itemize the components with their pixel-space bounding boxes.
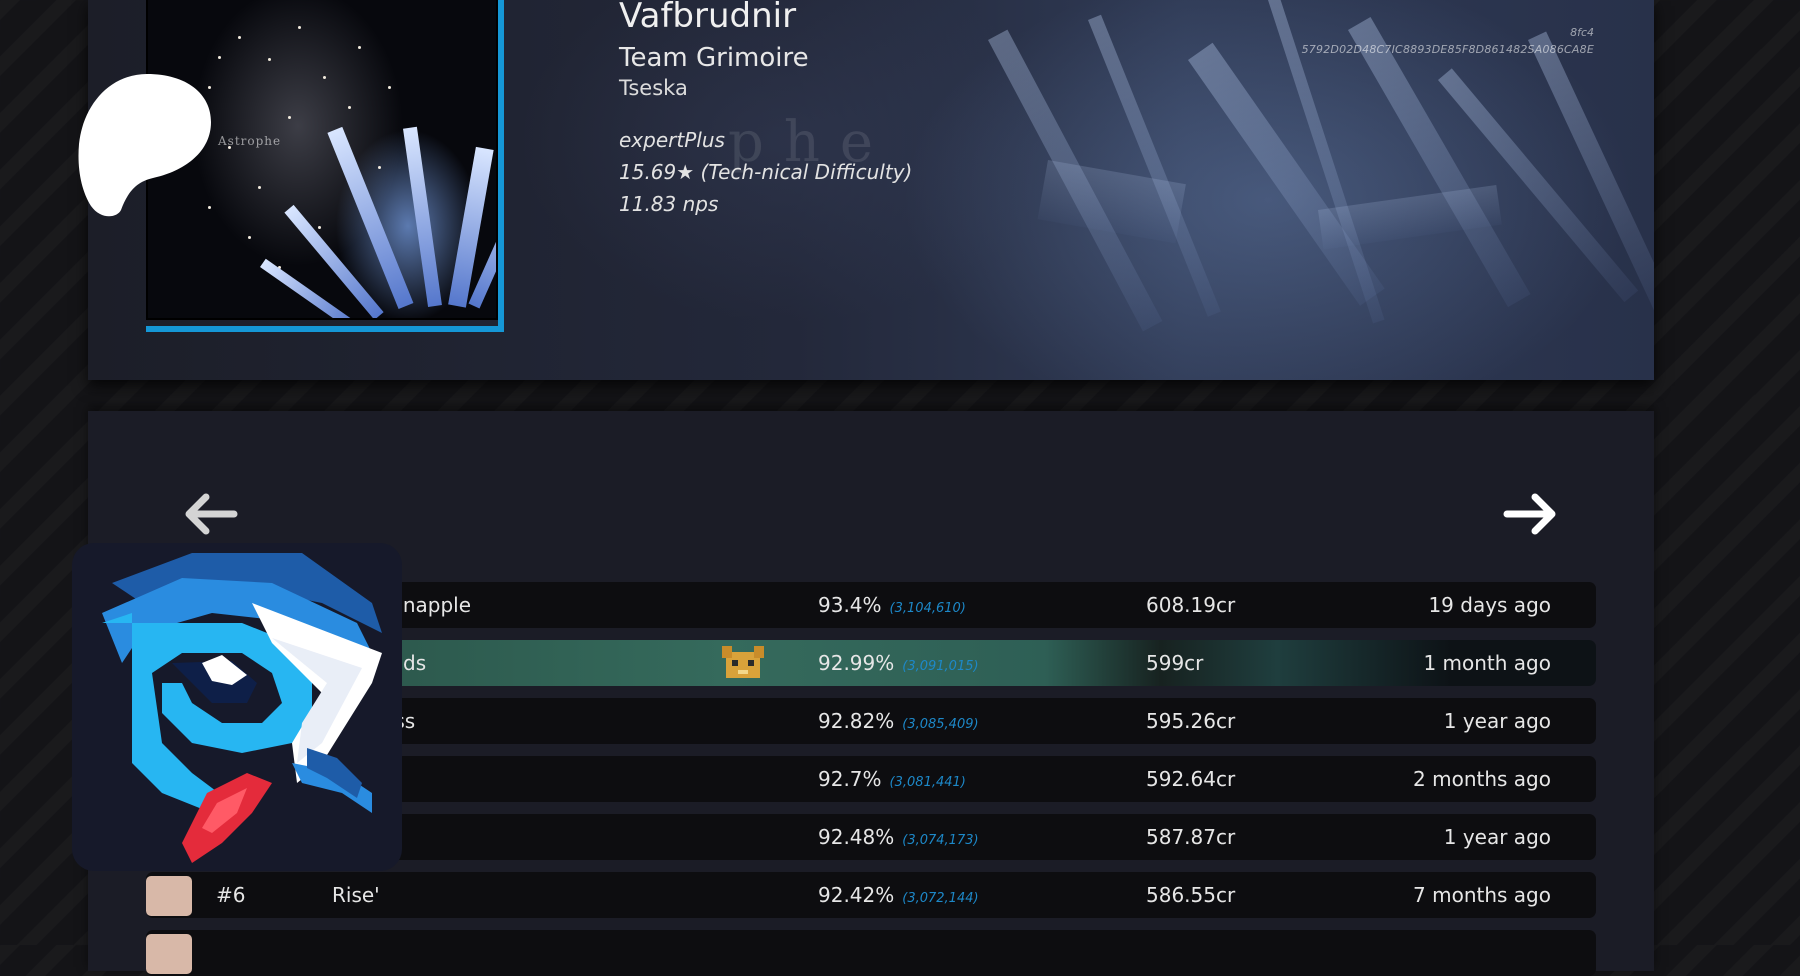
accuracy-value: 92.7% (3,081,441) [818, 767, 966, 791]
time-ago: 7 months ago [1413, 883, 1551, 907]
leaderboard-row[interactable]: #6 Rise' 92.42% (3,072,144) 586.55cr 7 mo… [146, 872, 1596, 918]
profile-pet-icon [722, 646, 764, 678]
leaderboard-row-partial[interactable] [146, 930, 1596, 976]
pp-value: 599cr [1146, 651, 1204, 675]
time-ago: 1 year ago [1443, 825, 1551, 849]
map-header-card: phe Astrophe Vafbrudnir Team Grimoire Ts… [88, 0, 1654, 380]
notes-per-second: 11.83 nps [619, 192, 719, 216]
accuracy-percent: 92.82% [818, 709, 895, 733]
score-value: (3,081,441) [889, 775, 966, 790]
pixel-art-logo [72, 543, 402, 871]
previous-page-button[interactable] [180, 489, 240, 539]
song-author: Team Grimoire [619, 43, 809, 73]
accuracy-value: 92.48% (3,074,173) [818, 825, 979, 849]
accuracy-percent: 92.48% [818, 825, 895, 849]
accuracy-value: 92.42% (3,072,144) [818, 883, 979, 907]
rank-label: #6 [216, 883, 246, 907]
accuracy-value: 92.82% (3,085,409) [818, 709, 979, 733]
map-short-hash: 8fc4 [1570, 26, 1594, 39]
difficulty-name: expertPlus [619, 128, 725, 152]
pp-value: 592.64cr [1146, 767, 1236, 791]
avatar[interactable] [146, 934, 192, 974]
pp-value: 608.19cr [1146, 593, 1236, 617]
avatar[interactable] [146, 876, 192, 916]
accuracy-percent: 92.7% [818, 767, 882, 791]
song-title: Vafbrudnir [619, 0, 797, 36]
accuracy-value: 92.99% (3,091,015) [818, 651, 979, 675]
arrow-left-icon [185, 493, 238, 535]
score-value: (3,072,144) [902, 891, 979, 906]
score-value: (3,091,015) [902, 659, 979, 674]
time-ago: 19 days ago [1428, 593, 1551, 617]
pp-value: 586.55cr [1146, 883, 1236, 907]
accuracy-value: 93.4% (3,104,610) [818, 593, 966, 617]
pp-value: 587.87cr [1146, 825, 1236, 849]
accuracy-percent: 93.4% [818, 593, 882, 617]
score-value: (3,085,409) [902, 717, 979, 732]
time-ago: 2 months ago [1413, 767, 1551, 791]
player-name[interactable]: Rise' [332, 883, 380, 907]
pp-value: 595.26cr [1146, 709, 1236, 733]
pixel-art-logo-graphic [102, 553, 382, 863]
time-ago: 1 month ago [1423, 651, 1551, 675]
next-page-button[interactable] [1501, 489, 1561, 539]
time-ago: 1 year ago [1443, 709, 1551, 733]
arrow-right-icon [1503, 493, 1556, 535]
star-rating: 15.69★ (Tech-nical Difficulty) [619, 160, 913, 184]
accuracy-percent: 92.42% [818, 883, 895, 907]
score-value: (3,104,610) [889, 601, 966, 616]
patreon-logo [78, 74, 211, 217]
map-full-hash: 5792D02D48C7IC8893DE85F8D861482SA086CA8E [1301, 43, 1594, 56]
score-value: (3,074,173) [902, 833, 979, 848]
accuracy-percent: 92.99% [818, 651, 895, 675]
mapper-name: Tseska [619, 76, 688, 100]
